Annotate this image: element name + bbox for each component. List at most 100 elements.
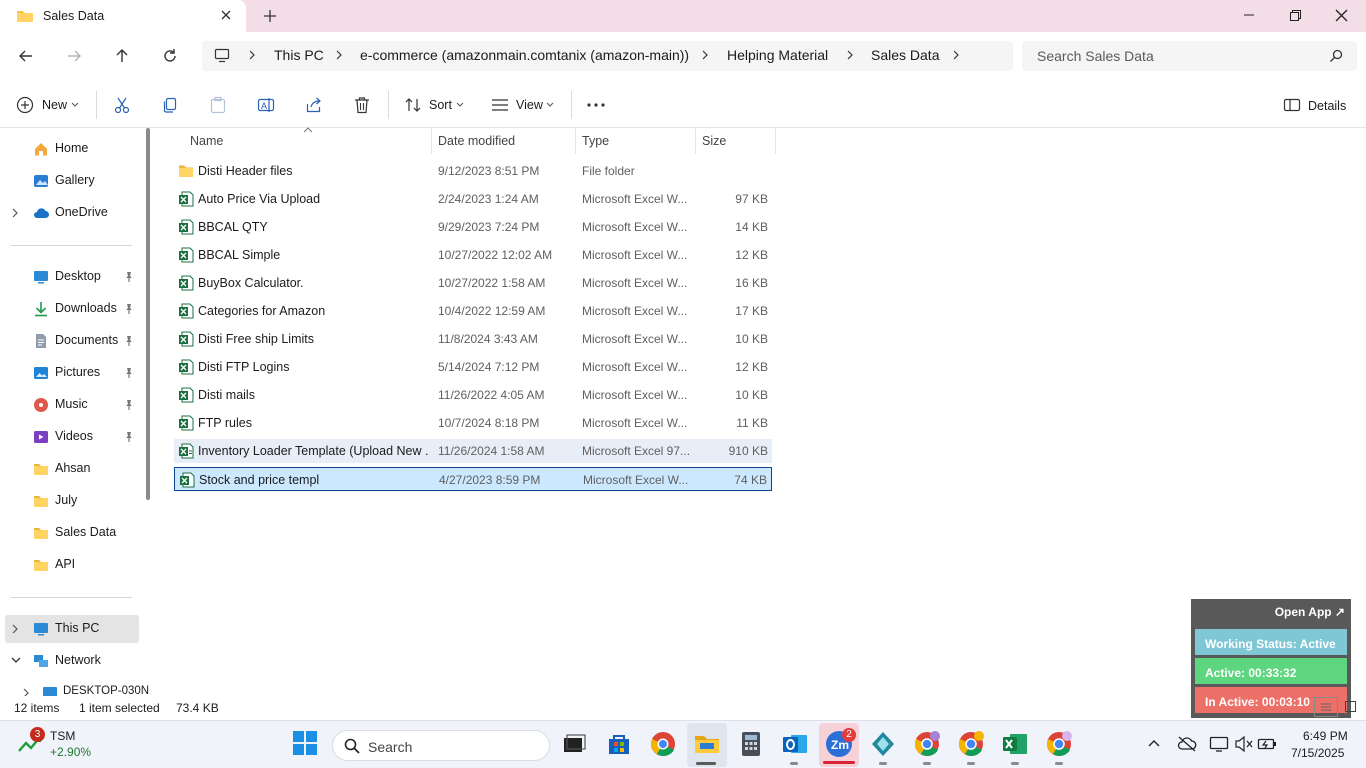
share-icon[interactable] (305, 96, 323, 114)
toolbar-divider (388, 91, 389, 119)
chrome-profile-icon[interactable] (913, 730, 941, 758)
volume-muted-icon[interactable] (1234, 735, 1254, 753)
column-divider[interactable] (775, 128, 776, 154)
calculator-icon[interactable] (737, 730, 765, 758)
outlook-icon[interactable] (781, 730, 809, 758)
sidebar-item-onedrive[interactable]: OneDrive (0, 199, 140, 227)
file-explorer-icon[interactable] (693, 730, 721, 758)
resize-icon[interactable] (1345, 701, 1357, 713)
column-divider[interactable] (695, 128, 696, 154)
file-row[interactable]: BBCAL QTY 9/29/2023 7:24 PM Microsoft Exce… (174, 215, 772, 239)
arrow-up-icon (114, 48, 130, 64)
windows-start-icon[interactable] (292, 730, 320, 758)
chevron-down-icon[interactable] (11, 656, 21, 664)
search-box[interactable]: Search Sales Data (1022, 41, 1357, 71)
clock-date[interactable]: 7/15/2025 (1291, 746, 1344, 760)
network-icon (33, 653, 49, 669)
file-date: 10/7/2024 8:18 PM (438, 416, 540, 430)
chevron-right-icon[interactable] (951, 50, 961, 60)
sidebar-item-desktop-computer[interactable]: DESKTOP-030N (0, 679, 150, 696)
close-window-button[interactable] (1318, 4, 1364, 26)
file-row[interactable]: Categories for Amazon 10/4/2022 12:59 AM M… (174, 299, 772, 323)
sidebar-scrollbar[interactable] (146, 128, 150, 500)
file-row[interactable]: FTP rules 10/7/2024 8:18 PM Microsoft Exce… (174, 411, 772, 435)
paste-icon[interactable] (209, 96, 227, 114)
sidebar-item-this-pc[interactable]: This PC (5, 615, 139, 643)
view-button[interactable]: View (491, 95, 557, 115)
sidebar-item-ahsan[interactable]: Ahsan (0, 455, 140, 483)
app-icon[interactable] (869, 730, 897, 758)
sort-button[interactable]: Sort (404, 95, 466, 115)
plus-icon[interactable] (262, 8, 278, 24)
file-row[interactable]: Inventory Loader Template (Upload New ..… (174, 439, 772, 463)
minimize-button[interactable] (1226, 4, 1272, 26)
breadcrumb-sales-data[interactable]: Sales Data (871, 47, 939, 63)
chevron-right-icon[interactable] (11, 208, 19, 218)
file-row[interactable]: Disti FTP Logins 5/14/2024 7:12 PM Microso… (174, 355, 772, 379)
column-header-size[interactable]: Size (702, 134, 726, 148)
store-icon[interactable] (605, 730, 633, 758)
rename-icon[interactable]: A (257, 96, 275, 114)
task-view-icon[interactable] (560, 730, 588, 758)
chevron-right-icon[interactable] (22, 688, 30, 696)
forward-button[interactable] (62, 44, 86, 68)
chrome-profile-3-icon[interactable] (1045, 730, 1073, 758)
copy-icon[interactable] (161, 96, 179, 114)
network-icon[interactable] (1209, 735, 1229, 753)
chevron-right-icon[interactable] (11, 624, 19, 634)
file-row[interactable]: BuyBox Calculator. 10/27/2022 1:58 AM Micr… (174, 271, 772, 295)
sidebar-item-home[interactable]: Home (0, 135, 140, 163)
column-header-type[interactable]: Type (582, 134, 609, 148)
refresh-button[interactable] (158, 44, 182, 68)
sidebar-item-gallery[interactable]: Gallery (0, 167, 140, 195)
back-button[interactable] (14, 44, 38, 68)
details-button[interactable]: Details (1283, 96, 1353, 116)
battery-icon[interactable] (1257, 735, 1277, 753)
column-header-date[interactable]: Date modified (438, 134, 515, 148)
menu-icon[interactable] (1314, 697, 1338, 717)
sidebar-item-desktop[interactable]: Desktop (0, 263, 140, 291)
sidebar-item-network[interactable]: Network (0, 647, 140, 675)
breadcrumb-ecommerce[interactable]: e-commerce (amazonmain.comtanix (amazon-… (360, 47, 689, 63)
restore-button[interactable] (1272, 4, 1318, 26)
sidebar-item-downloads[interactable]: Downloads (0, 295, 140, 323)
open-app-link[interactable]: Open App ↗ (1275, 605, 1345, 619)
cut-icon[interactable] (113, 96, 131, 114)
excel-icon[interactable] (1001, 730, 1029, 758)
stock-widget[interactable]: 3 TSM +2.90% (16, 727, 116, 763)
more-icon[interactable] (586, 98, 606, 112)
file-row[interactable]: Disti mails 11/26/2022 4:05 AM Microsoft E… (174, 383, 772, 407)
column-header-name[interactable]: Name (190, 134, 223, 148)
working-status-bar: Working Status: Active (1195, 629, 1347, 655)
chrome-icon[interactable] (649, 730, 677, 758)
breadcrumb-helping-material[interactable]: Helping Material (727, 47, 828, 63)
file-row[interactable]: Disti Header files 9/12/2023 8:51 PM File … (174, 159, 772, 183)
file-row[interactable]: Stock and price templ 4/27/2023 8:59 PM Mi… (174, 467, 772, 491)
chevron-up-icon[interactable] (1148, 739, 1160, 747)
cloud-offline-icon[interactable] (1177, 735, 1197, 753)
sidebar-item-videos[interactable]: Videos (0, 423, 140, 451)
file-row[interactable]: BBCAL Simple 10/27/2022 12:02 AM Microsoft… (174, 243, 772, 267)
sidebar-item-music[interactable]: Music (0, 391, 140, 419)
new-button[interactable]: New (16, 95, 82, 115)
sidebar-item-documents[interactable]: Documents (0, 327, 140, 355)
column-divider[interactable] (575, 128, 576, 154)
delete-icon[interactable] (353, 96, 371, 114)
sidebar-item-july[interactable]: July (0, 487, 140, 515)
search-input[interactable]: Search Sales Data (1037, 48, 1154, 64)
computer-icon (214, 48, 230, 63)
breadcrumb-this-pc[interactable]: This PC (274, 47, 324, 63)
sidebar-item-api[interactable]: API (0, 551, 140, 579)
sidebar-item-pictures[interactable]: Pictures (0, 359, 140, 387)
file-row[interactable]: Disti Free ship Limits 11/8/2024 3:43 AM M… (174, 327, 772, 351)
up-button[interactable] (110, 44, 134, 68)
taskbar-search[interactable]: Search (332, 730, 550, 761)
close-tab-icon[interactable] (219, 8, 233, 22)
chrome-profile-2-icon[interactable] (957, 730, 985, 758)
column-divider[interactable] (431, 128, 432, 154)
tab-sales-data[interactable]: Sales Data (0, 0, 246, 32)
file-row[interactable]: Auto Price Via Upload 2/24/2023 1:24 AM Mi… (174, 187, 772, 211)
file-size: 910 KB (728, 444, 768, 458)
sidebar-item-sales-data[interactable]: Sales Data (0, 519, 140, 547)
clock-time[interactable]: 6:49 PM (1303, 729, 1348, 743)
